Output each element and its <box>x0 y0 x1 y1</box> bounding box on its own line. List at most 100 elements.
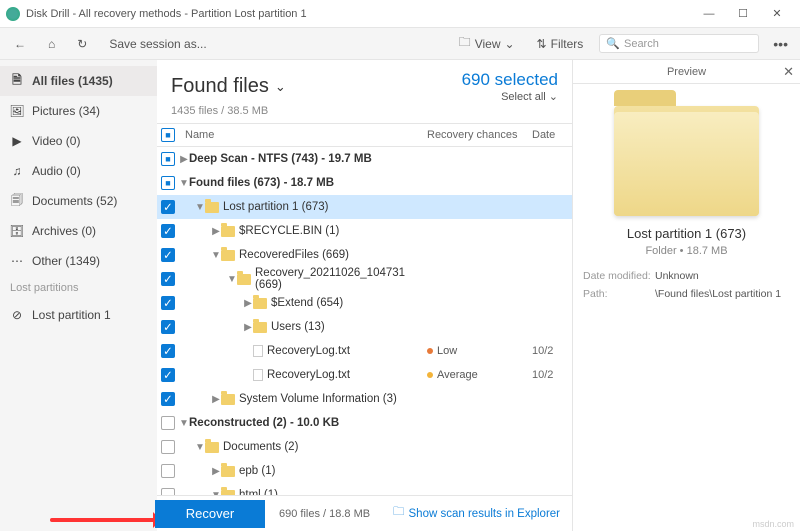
sidebar-item-all-files[interactable]: 🗎All files (1435) <box>0 66 157 96</box>
filters-button[interactable]: ⇅ Filters <box>531 34 590 54</box>
sidebar: 🗎All files (1435) 🖼Pictures (34) ▶Video … <box>0 60 157 531</box>
row-label: RecoveredFiles (669) <box>239 249 427 261</box>
select-all-button[interactable]: Select all ⌄ <box>462 90 558 103</box>
folder-icon <box>221 466 235 477</box>
tree-row[interactable]: ▼Reconstructed (2) - 10.0 KB <box>157 411 572 435</box>
recover-button[interactable]: Recover <box>155 500 265 528</box>
annotation-arrow <box>50 518 160 522</box>
expand-toggle[interactable]: ▶ <box>243 322 253 333</box>
preview-folder-icon <box>614 106 759 216</box>
row-checkbox[interactable]: ✓ <box>161 368 175 382</box>
col-name[interactable]: Name <box>179 129 427 141</box>
row-checkbox[interactable]: ✓ <box>161 272 175 286</box>
tree-row[interactable]: ✓▶System Volume Information (3) <box>157 387 572 411</box>
sidebar-item-audio[interactable]: ♫Audio (0) <box>0 156 157 186</box>
expand-toggle[interactable]: ▼ <box>227 274 237 285</box>
sidebar-item-video[interactable]: ▶Video (0) <box>0 126 157 156</box>
expand-toggle[interactable]: ▶ <box>211 466 221 477</box>
row-label: Documents (2) <box>223 441 427 453</box>
row-label: epb (1) <box>239 465 427 477</box>
row-checkbox[interactable]: ✓ <box>161 344 175 358</box>
row-label: Users (13) <box>271 321 427 333</box>
page-title[interactable]: Found files ⌄ <box>171 75 286 98</box>
expand-toggle[interactable]: ▶ <box>211 394 221 405</box>
row-checkbox[interactable]: ✓ <box>161 224 175 238</box>
documents-icon: 🗐 <box>10 194 24 208</box>
folder-icon: 🗀 <box>459 33 471 54</box>
tree-row[interactable]: ✓RecoveryLog.txtAverage10/2 <box>157 363 572 387</box>
expand-toggle[interactable]: ▶ <box>243 298 253 309</box>
expand-toggle[interactable]: ▼ <box>211 250 221 261</box>
expand-toggle[interactable]: ▼ <box>195 202 205 213</box>
row-checkbox[interactable] <box>161 488 175 495</box>
tree-row[interactable]: ✓ ▶ $Extend (654) <box>157 291 572 315</box>
tree-row[interactable]: ✓▼Lost partition 1 (673) <box>157 195 572 219</box>
sidebar-lost-header: Lost partitions <box>0 276 157 300</box>
row-label: Recovery_20211026_104731 (669) <box>255 267 427 291</box>
toolbar: ← ⌂ ↻ Save session as... 🗀 View ⌄ ⇅ Filt… <box>0 28 800 60</box>
tree-row[interactable]: ✓RecoveryLog.txtLow10/2 <box>157 339 572 363</box>
expand-toggle[interactable]: ▶ <box>211 226 221 237</box>
show-in-explorer-link[interactable]: 🗀 Show scan results in Explorer <box>393 504 560 523</box>
page-subtitle: 1435 files / 38.5 MB <box>157 105 572 123</box>
row-label: Deep Scan - NTFS (743) - 19.7 MB <box>189 153 427 165</box>
files-icon: 🗎 <box>10 74 24 88</box>
tree-row[interactable]: ✓ ▼ Recovery_20211026_104731 (669) <box>157 267 572 291</box>
watermark: msdn.com <box>752 519 794 529</box>
disk-icon: ⊘ <box>10 308 24 322</box>
archives-icon: 🗄 <box>10 224 24 238</box>
row-checkbox[interactable] <box>161 416 175 430</box>
tree-row[interactable]: ✓▶$RECYCLE.BIN (1) <box>157 219 572 243</box>
row-checkbox[interactable]: ■ <box>161 176 175 190</box>
sidebar-item-documents[interactable]: 🗐Documents (52) <box>0 186 157 216</box>
view-button[interactable]: 🗀 View ⌄ <box>453 30 521 57</box>
sidebar-item-other[interactable]: ⋯Other (1349) <box>0 246 157 276</box>
sidebar-item-pictures[interactable]: 🖼Pictures (34) <box>0 96 157 126</box>
back-button[interactable]: ← <box>8 34 32 54</box>
row-checkbox[interactable] <box>161 464 175 478</box>
tree-row[interactable]: ✓ ▶ Users (13) <box>157 315 572 339</box>
maximize-button[interactable]: ☐ <box>726 3 760 25</box>
refresh-button[interactable]: ↻ <box>71 34 93 54</box>
file-tree[interactable]: ■▶Deep Scan - NTFS (743) - 19.7 MB■▼Foun… <box>157 147 572 495</box>
expand-toggle[interactable]: ▶ <box>179 154 189 165</box>
row-checkbox[interactable]: ✓ <box>161 200 175 214</box>
row-checkbox[interactable]: ✓ <box>161 392 175 406</box>
row-checkbox[interactable]: ■ <box>161 152 175 166</box>
sidebar-item-archives[interactable]: 🗄Archives (0) <box>0 216 157 246</box>
footer-stat: 690 files / 18.8 MB <box>279 508 370 520</box>
row-checkbox[interactable] <box>161 440 175 454</box>
column-headers: ■ Name Recovery chances Date <box>157 123 572 147</box>
row-date: 10/2 <box>532 369 572 381</box>
sidebar-item-lost-partition[interactable]: ⊘Lost partition 1 <box>0 300 157 330</box>
row-label: $Extend (654) <box>271 297 427 309</box>
home-button[interactable]: ⌂ <box>42 34 61 54</box>
expand-toggle[interactable]: ▼ <box>179 418 189 429</box>
row-checkbox[interactable]: ✓ <box>161 296 175 310</box>
col-recovery[interactable]: Recovery chances <box>427 129 532 141</box>
tree-row[interactable]: ▼html (1) <box>157 483 572 495</box>
row-checkbox[interactable]: ✓ <box>161 248 175 262</box>
col-date[interactable]: Date <box>532 129 572 141</box>
more-button[interactable]: ••• <box>769 36 792 52</box>
row-label: Found files (673) - 18.7 MB <box>189 177 427 189</box>
preview-close-button[interactable]: ✕ <box>783 64 794 80</box>
header-checkbox[interactable]: ■ <box>161 128 175 142</box>
tree-row[interactable]: ▶ epb (1) <box>157 459 572 483</box>
tree-row[interactable]: ✓ ▼ RecoveredFiles (669) <box>157 243 572 267</box>
expand-toggle[interactable]: ▼ <box>195 442 205 453</box>
selected-count: 690 selected <box>462 70 558 90</box>
minimize-button[interactable]: — <box>692 3 726 25</box>
tree-row[interactable]: ▼ Documents (2) <box>157 435 572 459</box>
close-button[interactable]: ✕ <box>760 3 794 25</box>
titlebar: Disk Drill - All recovery methods - Part… <box>0 0 800 28</box>
row-checkbox[interactable]: ✓ <box>161 320 175 334</box>
expand-toggle[interactable]: ▼ <box>179 178 189 189</box>
save-session-button[interactable]: Save session as... <box>103 34 212 54</box>
preview-panel: Preview ✕ Lost partition 1 (673) Folder … <box>572 60 800 531</box>
filter-icon: ⇅ <box>537 37 547 51</box>
search-input[interactable]: 🔍 Search <box>599 34 759 53</box>
recovery-chance: Average <box>427 369 532 381</box>
tree-row[interactable]: ■ ▶Deep Scan - NTFS (743) - 19.7 MB <box>157 147 572 171</box>
tree-row[interactable]: ■ ▼Found files (673) - 18.7 MB <box>157 171 572 195</box>
